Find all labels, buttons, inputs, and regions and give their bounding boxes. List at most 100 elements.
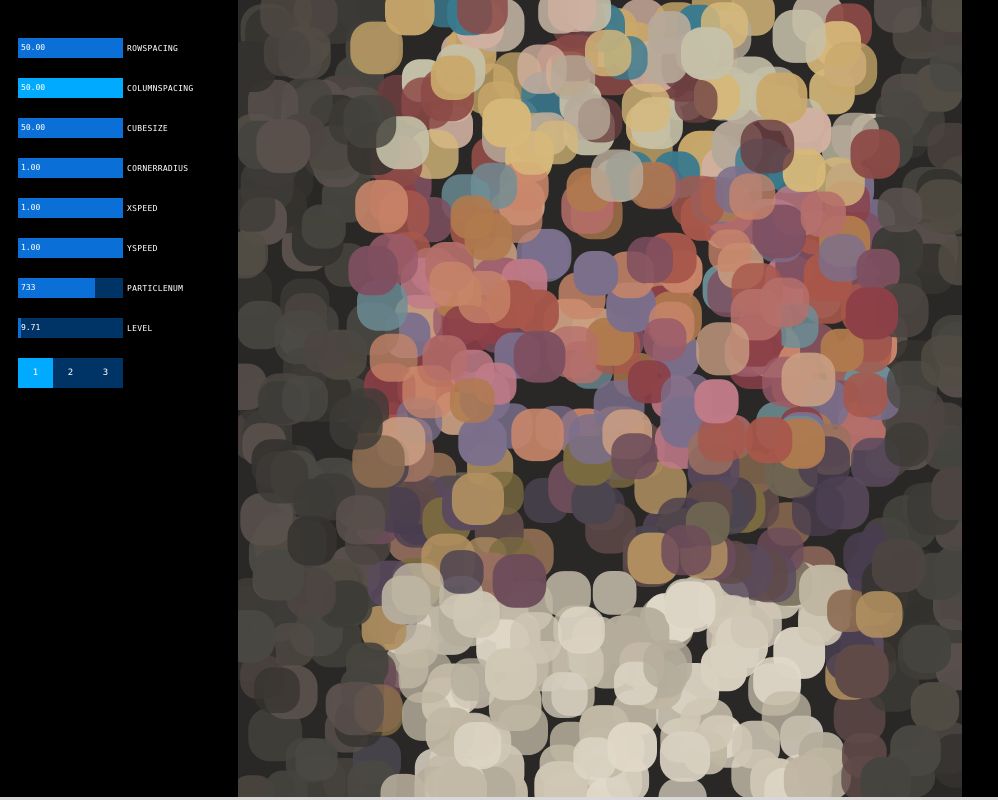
particle-canvas[interactable] xyxy=(238,0,962,800)
particle xyxy=(761,691,811,741)
particle xyxy=(661,525,712,576)
particle xyxy=(263,30,311,77)
xspeed-slider[interactable]: 1.00 xyxy=(18,198,123,218)
particle xyxy=(438,766,487,800)
particle xyxy=(451,472,504,525)
slider-value: 50.00 xyxy=(21,43,46,52)
particle xyxy=(238,186,276,232)
particle xyxy=(391,563,444,616)
slider-row-particlenum: 733 PARTICLENUM xyxy=(18,278,183,298)
particle xyxy=(696,322,750,376)
particle xyxy=(454,722,502,770)
particle xyxy=(746,416,793,464)
slider-label: YSPEED xyxy=(127,243,158,253)
particle xyxy=(855,591,903,638)
particle xyxy=(871,538,926,593)
particle xyxy=(927,122,962,171)
particle xyxy=(450,195,495,239)
particle xyxy=(256,119,311,174)
columnspacing-slider[interactable]: 50.00 xyxy=(18,78,123,98)
particle xyxy=(254,667,300,714)
particle xyxy=(238,610,275,663)
particle xyxy=(729,173,776,220)
particle xyxy=(626,236,673,284)
particle xyxy=(929,45,962,92)
slider-value: 50.00 xyxy=(21,83,46,92)
particle xyxy=(884,422,929,467)
mode-option-1[interactable]: 1 xyxy=(18,358,53,388)
particle xyxy=(783,755,833,800)
mode-option-3[interactable]: 3 xyxy=(88,358,123,388)
slider-row-xspeed: 1.00 XSPEED xyxy=(18,198,158,218)
particle xyxy=(874,0,922,33)
particle xyxy=(781,352,836,407)
particle xyxy=(573,737,617,780)
particle xyxy=(287,516,337,566)
particle xyxy=(921,335,962,388)
particle xyxy=(369,333,418,382)
particle xyxy=(845,287,899,340)
slider-label: CORNERRADIUS xyxy=(127,163,189,173)
slider-value: 1.00 xyxy=(21,163,41,172)
particle xyxy=(457,0,508,34)
particle xyxy=(293,478,336,522)
slider-row-rowspacing: 50.00 ROWSPACING xyxy=(18,38,178,58)
particle xyxy=(482,98,532,148)
particle xyxy=(511,408,564,462)
slider-label: ROWSPACING xyxy=(127,43,179,53)
particle-field xyxy=(238,0,962,800)
particle xyxy=(282,375,328,422)
particle xyxy=(330,681,384,736)
particle xyxy=(430,55,476,100)
slider-label: COLUMNSPACING xyxy=(127,83,194,93)
particle xyxy=(877,187,923,233)
particle xyxy=(513,330,566,383)
slider-value: 1.00 xyxy=(21,203,41,212)
slider-value: 1.00 xyxy=(21,243,41,252)
particle xyxy=(643,318,687,362)
particle xyxy=(730,605,774,648)
particle xyxy=(824,42,878,96)
particle xyxy=(902,624,951,673)
particle xyxy=(449,378,495,423)
particle xyxy=(860,757,911,800)
slider-value: 9.71 xyxy=(21,323,41,332)
mode-option-2[interactable]: 2 xyxy=(53,358,88,388)
particle xyxy=(302,330,345,373)
slider-label: XSPEED xyxy=(127,203,158,213)
particle xyxy=(485,648,537,701)
particle xyxy=(592,571,637,615)
slider-label: LEVEL xyxy=(127,323,153,333)
particlenum-slider[interactable]: 733 xyxy=(18,278,123,298)
particle xyxy=(492,554,547,608)
cubesize-slider[interactable]: 50.00 xyxy=(18,118,123,138)
yspeed-slider[interactable]: 1.00 xyxy=(18,238,123,258)
particle xyxy=(843,372,888,418)
particle xyxy=(756,72,808,124)
particle xyxy=(850,129,900,179)
particle xyxy=(694,379,739,424)
particle xyxy=(458,417,507,466)
slider-row-level: 9.71 LEVEL xyxy=(18,318,153,338)
particle xyxy=(343,95,397,148)
rowspacing-slider[interactable]: 50.00 xyxy=(18,38,123,58)
particle xyxy=(355,180,408,233)
particle xyxy=(336,495,386,545)
particle xyxy=(681,27,734,80)
particle xyxy=(591,149,644,202)
slider-row-cubesize: 50.00 CUBESIZE xyxy=(18,118,168,138)
particle xyxy=(674,79,718,123)
particle xyxy=(740,119,795,174)
cornerradius-slider[interactable]: 1.00 xyxy=(18,158,123,178)
slider-row-columnspacing: 50.00 COLUMNSPACING xyxy=(18,78,194,98)
particle xyxy=(800,191,846,237)
particle xyxy=(301,204,346,249)
particle xyxy=(429,261,474,307)
level-slider[interactable]: 9.71 xyxy=(18,318,123,338)
particle xyxy=(621,83,671,133)
sketch-window: 50.00 ROWSPACING 50.00 COLUMNSPACING 50.00 CU… xyxy=(0,0,998,800)
particle xyxy=(550,55,596,100)
slider-label: CUBESIZE xyxy=(127,123,168,133)
particle xyxy=(541,672,588,718)
slider-row-cornerradius: 1.00 CORNERRADIUS xyxy=(18,158,188,178)
